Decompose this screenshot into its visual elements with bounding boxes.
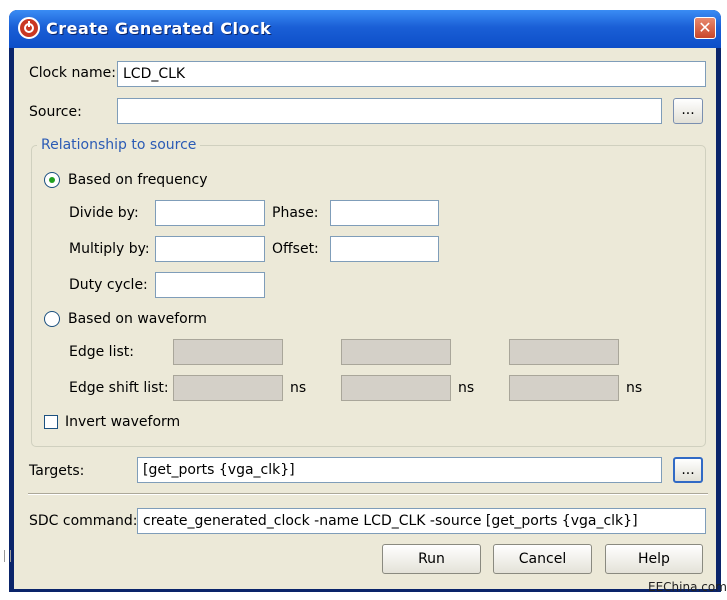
source-field[interactable]: [117, 98, 662, 124]
clock-app-icon: [18, 17, 40, 39]
cancel-button[interactable]: Cancel: [493, 544, 592, 574]
edge-shift-field-3: [509, 375, 619, 401]
edge-list-label: Edge list:: [69, 344, 134, 360]
divide-by-field[interactable]: [155, 200, 265, 226]
run-button[interactable]: Run: [382, 544, 481, 574]
watermark: EEChina.com: [648, 580, 727, 594]
sdc-command-label: SDC command:: [29, 513, 138, 529]
offset-field[interactable]: [330, 236, 439, 262]
edge-list-field-3: [509, 339, 619, 365]
close-button[interactable]: ✕: [694, 17, 716, 39]
targets-browse-button[interactable]: ...: [673, 457, 703, 483]
phase-label: Phase:: [272, 205, 319, 221]
targets-label: Targets:: [29, 463, 85, 479]
multiply-by-label: Multiply by:: [69, 241, 150, 257]
edge-shift-list-label: Edge shift list:: [69, 380, 169, 396]
offset-label: Offset:: [272, 241, 319, 257]
source-browse-button[interactable]: ...: [673, 98, 703, 124]
edge-shift-unit-2: ns: [458, 380, 475, 396]
duty-cycle-label: Duty cycle:: [69, 277, 148, 293]
based-on-frequency-label[interactable]: Based on frequency: [68, 172, 208, 188]
targets-field[interactable]: [get_ports {vga_clk}]: [137, 457, 662, 483]
edge-list-field-2: [341, 339, 451, 365]
phase-field[interactable]: [330, 200, 439, 226]
divide-by-label: Divide by:: [69, 205, 139, 221]
edge-mark: [4, 550, 11, 562]
invert-waveform-checkbox[interactable]: [44, 415, 58, 429]
duty-cycle-field[interactable]: [155, 272, 265, 298]
edge-list-field-1: [173, 339, 283, 365]
sdc-command-field[interactable]: create_generated_clock -name LCD_CLK -so…: [137, 508, 706, 534]
help-button[interactable]: Help: [605, 544, 703, 574]
based-on-frequency-radio[interactable]: [44, 172, 60, 188]
edge-shift-field-1: [173, 375, 283, 401]
edge-shift-field-2: [341, 375, 451, 401]
multiply-by-field[interactable]: [155, 236, 265, 262]
dialog-title: Create Generated Clock: [46, 19, 272, 38]
based-on-waveform-radio[interactable]: [44, 311, 60, 327]
edge-shift-unit-1: ns: [290, 380, 307, 396]
divider: [28, 493, 708, 495]
source-label: Source:: [29, 104, 82, 120]
invert-waveform-label[interactable]: Invert waveform: [65, 414, 180, 430]
relationship-group: [31, 145, 706, 447]
clock-name-field[interactable]: LCD_CLK: [117, 61, 706, 87]
edge-shift-unit-3: ns: [626, 380, 643, 396]
based-on-waveform-label[interactable]: Based on waveform: [68, 311, 207, 327]
relationship-group-title: Relationship to source: [37, 137, 201, 153]
clock-name-label: Clock name:: [29, 65, 116, 81]
